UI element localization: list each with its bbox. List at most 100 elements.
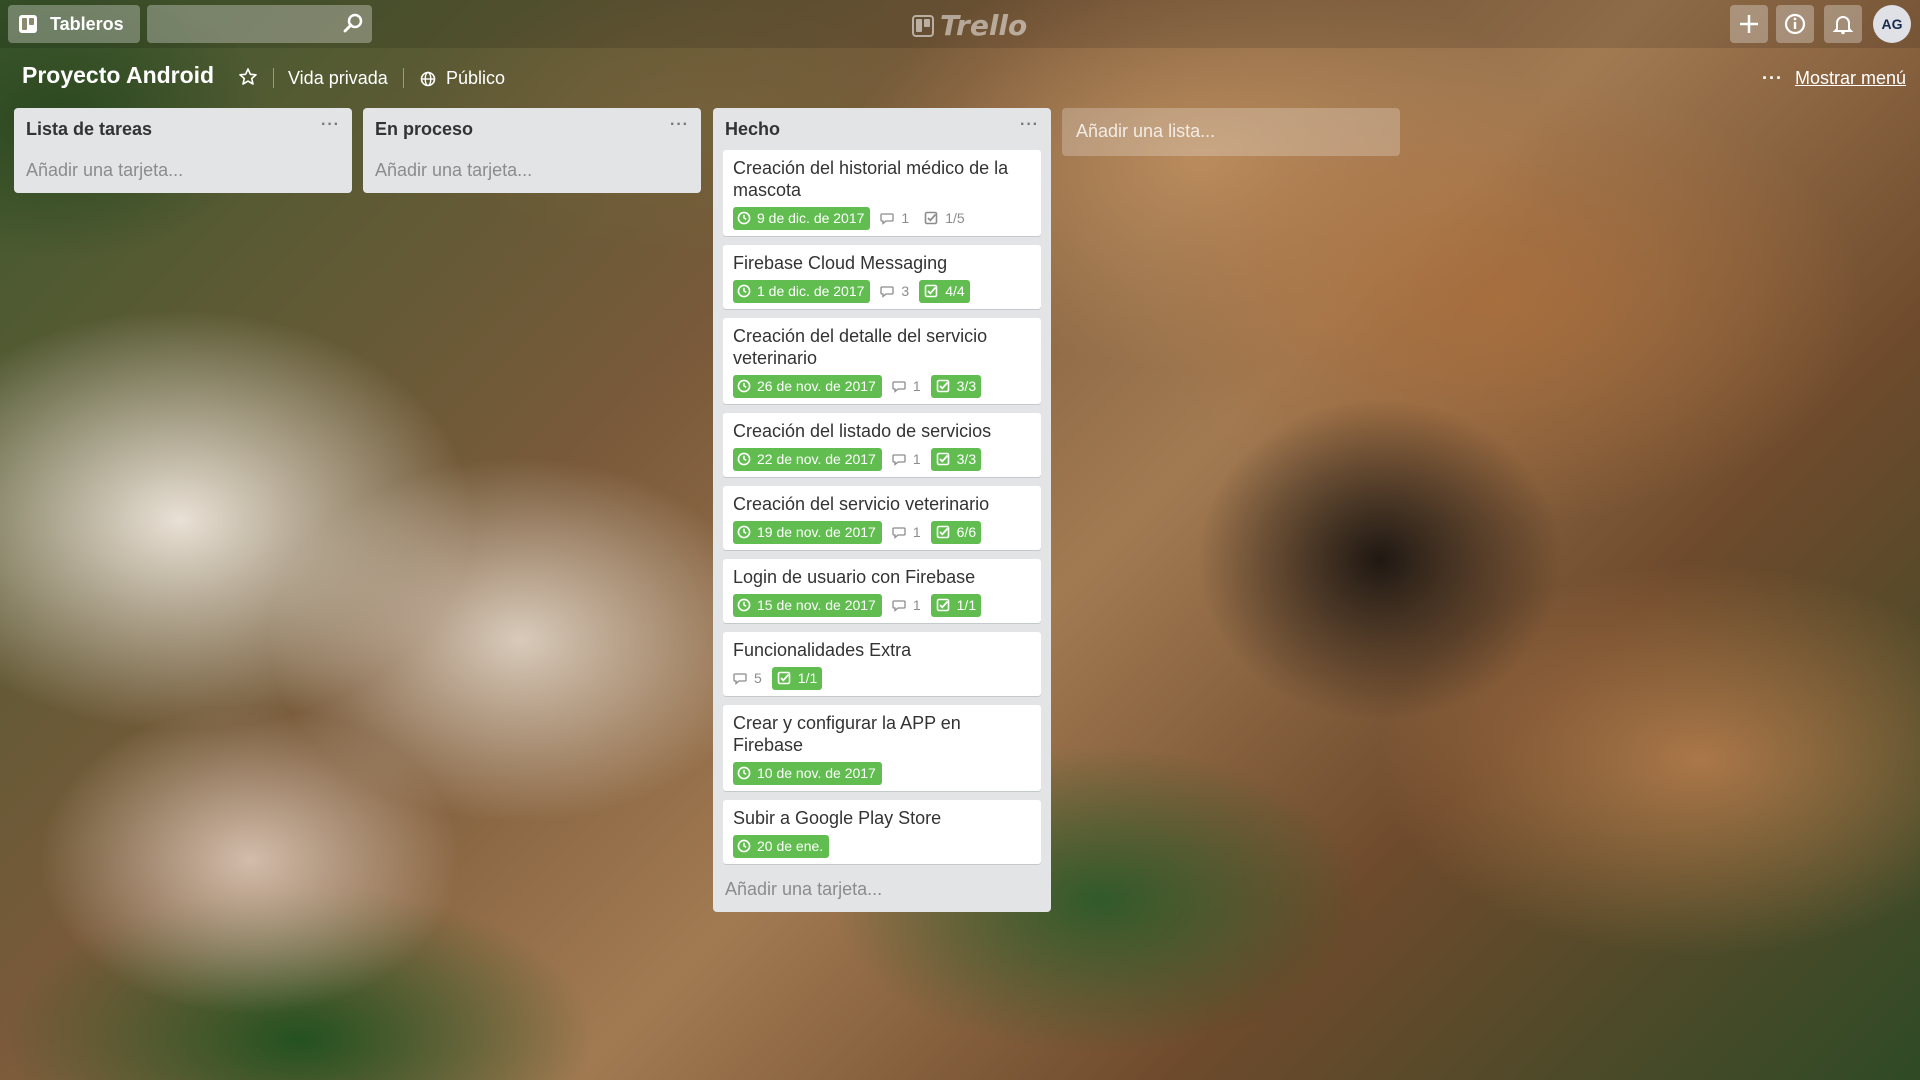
card-badges: 1 de dic. de 2017 3 4/4: [733, 279, 1033, 303]
comment-icon: [880, 285, 895, 298]
info-button[interactable]: [1776, 5, 1814, 43]
card[interactable]: Creación del listado de servicios 22 de …: [723, 413, 1041, 477]
visibility-label: Público: [446, 68, 506, 88]
card[interactable]: Creación del detalle del servicio veteri…: [723, 318, 1041, 404]
card[interactable]: Crear y configurar la APP en Firebase 10…: [723, 705, 1041, 791]
list-menu-icon[interactable]: ···: [321, 116, 340, 134]
card-badges: 19 de nov. de 2017 1 6/6: [733, 520, 1033, 544]
checklist-count: 1/1: [797, 670, 818, 686]
privacy-button[interactable]: Vida privada: [288, 68, 388, 89]
comments-badge: 1: [880, 210, 909, 226]
trello-logo[interactable]: Trello: [912, 9, 1027, 42]
checklist-count: 1/1: [956, 597, 977, 613]
checklist-icon: [924, 211, 938, 225]
due-date-badge[interactable]: 10 de nov. de 2017: [733, 761, 882, 785]
comment-icon: [892, 380, 906, 393]
card[interactable]: Funcionalidades Extra 5 1/1: [723, 632, 1041, 696]
globe-icon: [420, 71, 436, 86]
comments-badge: 5: [733, 670, 762, 686]
due-date-text: 1 de dic. de 2017: [757, 283, 865, 299]
due-date-badge[interactable]: 15 de nov. de 2017: [733, 593, 882, 617]
card-badges: 5 1/1: [733, 666, 1033, 690]
list-title[interactable]: En proceso: [375, 119, 473, 140]
boards-button[interactable]: Tableros: [8, 5, 140, 43]
card-list: Creación del historial médico de la masc…: [713, 150, 1051, 864]
plus-icon: [1740, 15, 1758, 33]
top-bar: Tableros Trello AG: [0, 0, 1920, 48]
card-title: Crear y configurar la APP en Firebase: [733, 713, 961, 755]
visibility-button[interactable]: Público: [420, 68, 505, 89]
clock-icon: [737, 211, 751, 225]
checklist-count: 1/5: [945, 210, 965, 226]
info-icon: [1784, 13, 1806, 35]
card-title: Login de usuario con Firebase: [733, 567, 976, 587]
card-badges: 20 de ene.: [733, 834, 1033, 858]
list-menu-icon[interactable]: ···: [1020, 116, 1039, 134]
due-date-badge[interactable]: 1 de dic. de 2017: [733, 279, 871, 303]
checklist-icon: [777, 671, 791, 685]
comments-count: 3: [901, 283, 910, 299]
notifications-button[interactable]: [1824, 5, 1862, 43]
card-title: Creación del listado de servicios: [733, 421, 992, 441]
comments-count: 1: [912, 597, 921, 613]
due-date-text: 26 de nov. de 2017: [757, 378, 876, 394]
search-icon[interactable]: [342, 12, 364, 34]
card[interactable]: Firebase Cloud Messaging 1 de dic. de 20…: [723, 245, 1041, 309]
card-badges: 10 de nov. de 2017: [733, 761, 1033, 785]
list-header: Hecho ···: [713, 108, 1051, 150]
comments-count: 1: [912, 524, 921, 540]
card-title: Creación del servicio veterinario: [733, 494, 990, 514]
card[interactable]: Creación del servicio veterinario 19 de …: [723, 486, 1041, 550]
checklist-count: 3/3: [956, 451, 977, 467]
comment-icon: [892, 599, 906, 612]
bell-icon: [1832, 16, 1854, 35]
due-date-badge[interactable]: 22 de nov. de 2017: [733, 447, 882, 471]
list-lista-de-tareas: Lista de tareas ··· Añadir una tarjeta..…: [14, 108, 352, 193]
add-card-button[interactable]: Añadir una tarjeta...: [14, 150, 352, 193]
create-button[interactable]: [1730, 5, 1768, 43]
avatar[interactable]: AG: [1873, 5, 1911, 43]
search-input[interactable]: [147, 5, 372, 43]
checklist-icon: [936, 452, 949, 466]
due-date-text: 20 de ene.: [757, 838, 824, 854]
show-menu-label: Mostrar menú: [1794, 68, 1907, 88]
comments-badge: 1: [892, 451, 921, 467]
due-date-badge[interactable]: 19 de nov. de 2017: [733, 520, 882, 544]
checklist-count: 3/3: [956, 378, 977, 394]
menu-dots-icon: ···: [1762, 68, 1783, 88]
list-en-proceso: En proceso ··· Añadir una tarjeta...: [363, 108, 701, 193]
card[interactable]: Login de usuario con Firebase 15 de nov.…: [723, 559, 1041, 623]
clock-icon: [737, 284, 751, 298]
board-header: Proyecto Android Vida privada Público ··…: [0, 60, 1920, 96]
list-title[interactable]: Hecho: [725, 119, 780, 140]
logo-text: Trello: [940, 9, 1028, 42]
card[interactable]: Creación del historial médico de la masc…: [723, 150, 1041, 236]
clock-icon: [737, 452, 751, 466]
due-date-badge[interactable]: 20 de ene.: [733, 834, 830, 858]
list-menu-icon[interactable]: ···: [670, 116, 689, 134]
checklist-icon: [936, 379, 949, 393]
card-badges: 22 de nov. de 2017 1 3/3: [733, 447, 1033, 471]
show-menu-button[interactable]: ··· Mostrar menú: [1762, 68, 1906, 89]
star-icon[interactable]: [238, 67, 258, 87]
comment-icon: [892, 526, 906, 539]
card-title: Firebase Cloud Messaging: [733, 253, 948, 273]
card[interactable]: Subir a Google Play Store 20 de ene.: [723, 800, 1041, 864]
due-date-badge[interactable]: 9 de dic. de 2017: [733, 206, 871, 230]
comments-badge: 3: [880, 283, 909, 299]
comments-count: 5: [754, 670, 762, 686]
due-date-text: 22 de nov. de 2017: [757, 451, 876, 467]
comments-badge: 1: [892, 597, 921, 613]
add-list-button[interactable]: Añadir una lista...: [1062, 108, 1400, 156]
add-card-button[interactable]: Añadir una tarjeta...: [363, 150, 701, 193]
due-date-badge[interactable]: 26 de nov. de 2017: [733, 374, 882, 398]
clock-icon: [737, 379, 751, 393]
checklist-badge: 1/1: [771, 666, 823, 690]
header-divider: [273, 68, 274, 88]
checklist-badge: 1/5: [919, 207, 969, 230]
comment-icon: [733, 672, 747, 685]
comments-count: 1: [912, 451, 921, 467]
board-title[interactable]: Proyecto Android: [22, 62, 214, 89]
add-card-button[interactable]: Añadir una tarjeta...: [713, 873, 1051, 912]
list-title[interactable]: Lista de tareas: [26, 119, 152, 140]
